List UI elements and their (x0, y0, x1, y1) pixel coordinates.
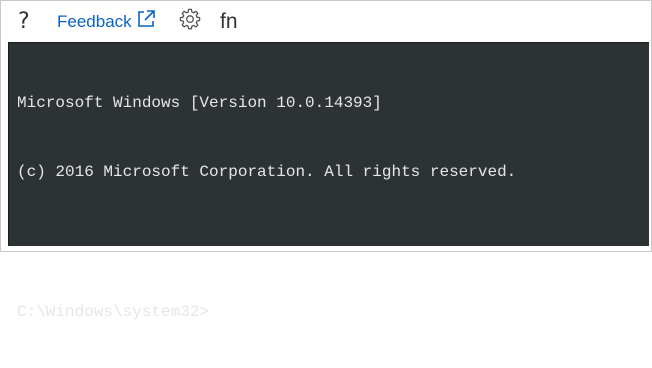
console-toolbar: ? Feedback fn (1, 1, 651, 42)
terminal-output[interactable]: Microsoft Windows [Version 10.0.14393] (… (8, 42, 649, 321)
external-link-icon (136, 9, 156, 29)
feedback-link[interactable]: Feedback (57, 1, 156, 42)
help-label: ? (18, 9, 30, 34)
command-prompt: C:\Windows\system32> (17, 303, 210, 321)
text-cursor (210, 299, 221, 320)
terminal-line: (c) 2016 Microsoft Corporation. All righ… (17, 163, 517, 181)
help-button[interactable]: ? (18, 1, 36, 42)
console-window: ? Feedback fn Microsoft Windows [Version… (0, 0, 652, 321)
gear-icon (179, 8, 201, 35)
fn-label: fn (220, 9, 238, 33)
fn-button[interactable]: fn (220, 1, 238, 42)
terminal-line: Microsoft Windows [Version 10.0.14393] (17, 94, 382, 112)
feedback-label: Feedback (57, 11, 132, 31)
settings-button[interactable] (179, 1, 201, 42)
terminal-prompt-line: C:\Windows\system32> (17, 299, 649, 322)
